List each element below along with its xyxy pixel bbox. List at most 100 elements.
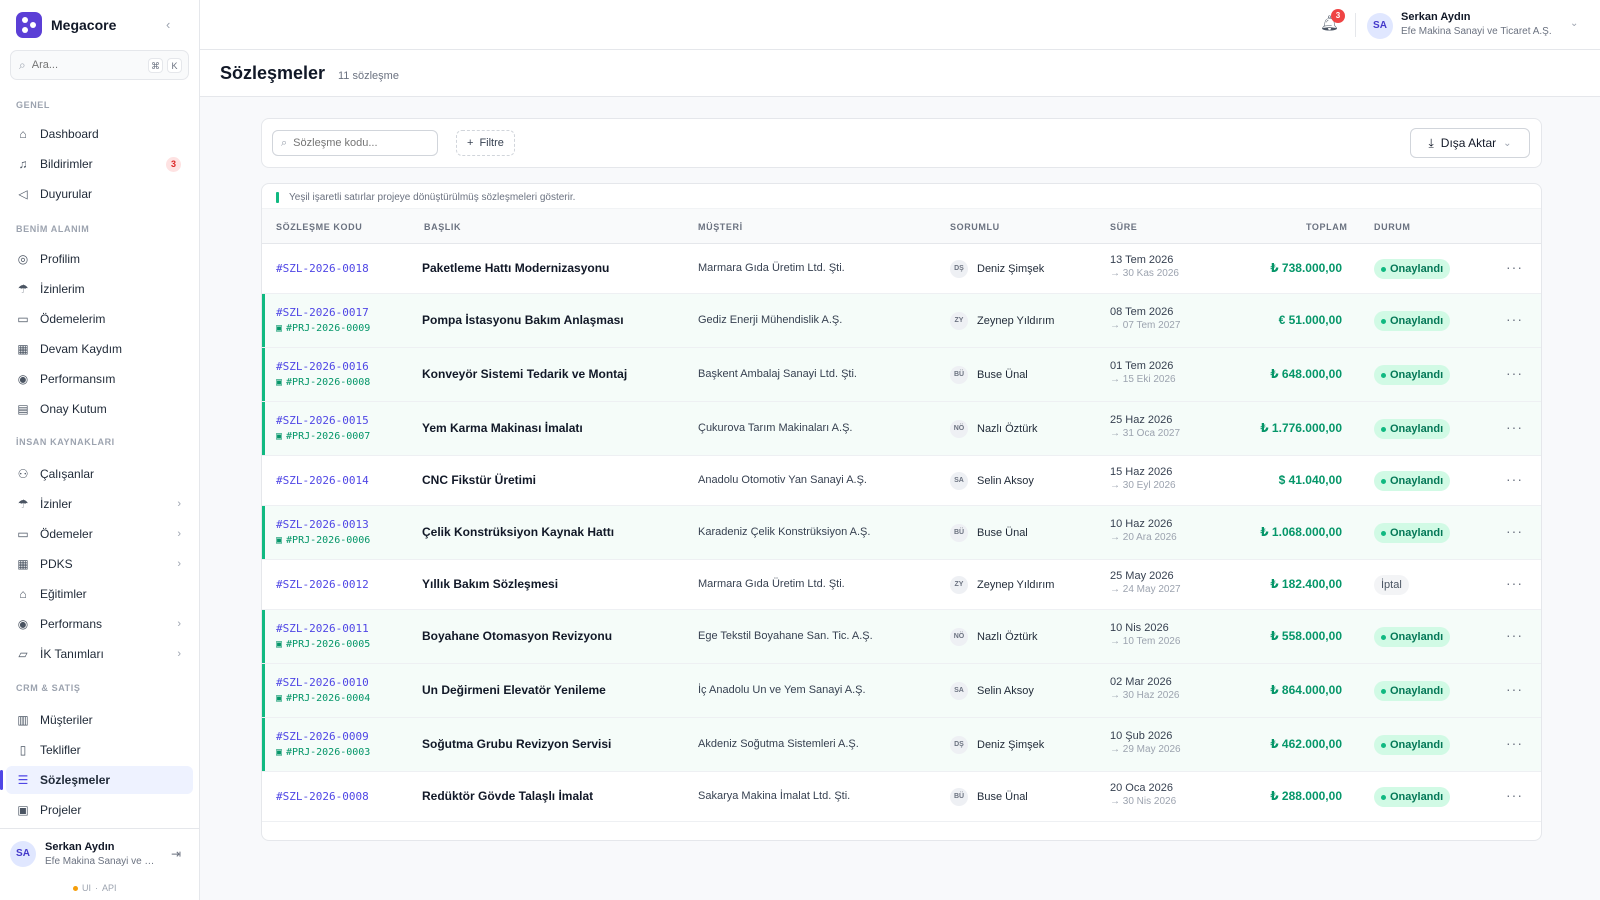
sidebar-search[interactable]: ⌕ ⌘ K bbox=[10, 50, 189, 80]
table-row[interactable]: #SZL-2026-0011 ▣ #PRJ-2026-0005 Boyahane … bbox=[262, 610, 1541, 664]
sidebar-item[interactable]: ▦ PDKS › bbox=[6, 550, 193, 578]
contract-title[interactable]: Yem Karma Makinası İmalatı bbox=[422, 421, 583, 435]
row-actions-icon[interactable]: ··· bbox=[1506, 523, 1523, 539]
avatar[interactable]: SA bbox=[1367, 13, 1393, 39]
row-actions-icon[interactable]: ··· bbox=[1506, 735, 1523, 751]
owner-name: Buse Ünal bbox=[977, 527, 1028, 539]
table-row[interactable]: #SZL-2026-0017 ▣ #PRJ-2026-0009 Pompa İst… bbox=[262, 294, 1541, 348]
row-actions-icon[interactable]: ··· bbox=[1506, 575, 1523, 591]
owner-name: Zeynep Yıldırım bbox=[977, 579, 1055, 591]
contract-code-link[interactable]: #SZL-2026-0009 bbox=[276, 730, 370, 743]
contract-title[interactable]: Pompa İstasyonu Bakım Anlaşması bbox=[422, 313, 624, 327]
row-actions-icon[interactable]: ··· bbox=[1506, 311, 1523, 327]
contract-code-link[interactable]: #SZL-2026-0012 bbox=[276, 578, 369, 591]
column-header-title[interactable]: BAŞLIK bbox=[424, 222, 461, 232]
sidebar-item[interactable]: ◎ Profilim bbox=[6, 245, 193, 273]
contract-code-link[interactable]: #SZL-2026-0011 bbox=[276, 622, 370, 635]
sidebar-item[interactable]: ◁ Duyurular bbox=[6, 180, 193, 208]
logout-icon[interactable]: ⇥ bbox=[171, 847, 181, 861]
building-icon: ▥ bbox=[17, 713, 29, 727]
contract-code-link[interactable]: #SZL-2026-0008 bbox=[276, 790, 369, 803]
contract-title[interactable]: Konveyör Sistemi Tedarik ve Montaj bbox=[422, 367, 627, 381]
project-link[interactable]: ▣ #PRJ-2026-0004 bbox=[276, 693, 370, 704]
avatar[interactable]: SA bbox=[10, 841, 36, 867]
sidebar-item[interactable]: ☰ Sözleşmeler bbox=[0, 766, 193, 794]
sidebar-item[interactable]: ☂ İzinler › bbox=[6, 490, 193, 518]
sidebar-item-label: Performans bbox=[40, 617, 103, 631]
table-row[interactable]: #SZL-2026-0012 Yıllık Bakım Sözleşmesi Mar… bbox=[262, 560, 1541, 610]
contract-code-link[interactable]: #SZL-2026-0018 bbox=[276, 262, 369, 275]
collapse-sidebar-icon[interactable]: ‹ bbox=[166, 17, 170, 32]
row-actions-icon[interactable]: ··· bbox=[1506, 681, 1523, 697]
export-button[interactable]: ⤓ Dışa Aktar ⌄ bbox=[1410, 128, 1530, 158]
row-actions-icon[interactable]: ··· bbox=[1506, 259, 1523, 275]
contract-code-link[interactable]: #SZL-2026-0010 bbox=[276, 676, 370, 689]
sidebar-item[interactable]: ▥ Müşteriler bbox=[6, 706, 193, 734]
table-row[interactable]: #SZL-2026-0015 ▣ #PRJ-2026-0007 Yem Karma… bbox=[262, 402, 1541, 456]
chevron-down-icon[interactable]: ⌄ bbox=[1570, 18, 1578, 29]
period: 01 Tem 2026 → 15 Eki 2026 bbox=[1110, 360, 1176, 385]
sidebar-item[interactable]: ▯ Teklifler bbox=[6, 736, 193, 764]
table-row[interactable]: #SZL-2026-0014 CNC Fikstür Üretimi Anadolu… bbox=[262, 456, 1541, 506]
filter-button[interactable]: + Filtre bbox=[456, 130, 515, 156]
contract-title[interactable]: Çelik Konstrüksiyon Kaynak Hattı bbox=[422, 525, 614, 539]
column-header-customer[interactable]: MÜŞTERİ bbox=[698, 222, 743, 232]
project-link[interactable]: ▣ #PRJ-2026-0005 bbox=[276, 639, 370, 650]
sidebar-item[interactable]: ♫ Bildirimler 3 bbox=[6, 150, 193, 178]
column-header-total[interactable]: TOPLAM bbox=[1306, 222, 1347, 232]
project-code: #PRJ-2026-0008 bbox=[286, 377, 371, 388]
sidebar-item[interactable]: ⌂ Eğitimler bbox=[6, 580, 193, 608]
sidebar-item[interactable]: ☂ İzinlerim bbox=[6, 275, 193, 303]
project-link[interactable]: ▣ #PRJ-2026-0006 bbox=[276, 535, 370, 546]
sidebar-item[interactable]: ◉ Performansım bbox=[6, 365, 193, 393]
project-icon: ▣ bbox=[276, 747, 283, 758]
sidebar-item[interactable]: ⌂ Dashboard bbox=[6, 120, 193, 148]
sidebar-item[interactable]: ▭ Ödemeler › bbox=[6, 520, 193, 548]
contract-title[interactable]: Yıllık Bakım Sözleşmesi bbox=[422, 577, 558, 591]
contract-code-link[interactable]: #SZL-2026-0013 bbox=[276, 518, 370, 531]
sidebar-item[interactable]: ⚇ Çalışanlar bbox=[6, 460, 193, 488]
contract-title[interactable]: CNC Fikstür Üretimi bbox=[422, 473, 536, 487]
contract-title[interactable]: Boyahane Otomasyon Revizyonu bbox=[422, 629, 612, 643]
table-row[interactable]: #SZL-2026-0009 ▣ #PRJ-2026-0003 Soğutma G… bbox=[262, 718, 1541, 772]
project-link[interactable]: ▣ #PRJ-2026-0009 bbox=[276, 323, 370, 334]
contract-code-link[interactable]: #SZL-2026-0015 bbox=[276, 414, 370, 427]
sidebar-item[interactable]: ▤ Onay Kutum bbox=[6, 395, 193, 423]
owner-name: Deniz Şimşek bbox=[977, 739, 1045, 751]
sidebar-item[interactable]: ◉ Performans › bbox=[6, 610, 193, 638]
sidebar-search-input[interactable] bbox=[31, 59, 132, 71]
column-header-status[interactable]: DURUM bbox=[1374, 222, 1411, 232]
topbar-user-name[interactable]: Serkan Aydın bbox=[1401, 11, 1471, 23]
table-row[interactable]: #SZL-2026-0010 ▣ #PRJ-2026-0004 Un Değirm… bbox=[262, 664, 1541, 718]
contract-code-link[interactable]: #SZL-2026-0014 bbox=[276, 474, 369, 487]
contract-code-link[interactable]: #SZL-2026-0017 bbox=[276, 306, 370, 319]
project-link[interactable]: ▣ #PRJ-2026-0003 bbox=[276, 747, 370, 758]
row-actions-icon[interactable]: ··· bbox=[1506, 627, 1523, 643]
sidebar-item[interactable]: ▭ Ödemelerim bbox=[6, 305, 193, 333]
sidebar-item[interactable]: ▦ Devam Kaydım bbox=[6, 335, 193, 363]
row-actions-icon[interactable]: ··· bbox=[1506, 787, 1523, 803]
sidebar-item[interactable]: ▣ Projeler bbox=[6, 796, 193, 824]
contract-code-link[interactable]: #SZL-2026-0016 bbox=[276, 360, 370, 373]
table-row[interactable]: #SZL-2026-0008 Redüktör Gövde Talaşlı İma… bbox=[262, 772, 1541, 822]
row-actions-icon[interactable]: ··· bbox=[1506, 365, 1523, 381]
contract-search[interactable]: ⌕ bbox=[272, 130, 438, 156]
contract-title[interactable]: Soğutma Grubu Revizyon Servisi bbox=[422, 737, 611, 751]
contract-title[interactable]: Redüktör Gövde Talaşlı İmalat bbox=[422, 789, 593, 803]
table-row[interactable]: #SZL-2026-0018 Paketleme Hattı Modernizas… bbox=[262, 244, 1541, 294]
contract-title[interactable]: Paketleme Hattı Modernizasyonu bbox=[422, 261, 609, 275]
column-header-period[interactable]: SÜRE bbox=[1110, 222, 1137, 232]
table-row[interactable]: #SZL-2026-0016 ▣ #PRJ-2026-0008 Konveyör … bbox=[262, 348, 1541, 402]
table-row[interactable]: #SZL-2026-0013 ▣ #PRJ-2026-0006 Çelik Kon… bbox=[262, 506, 1541, 560]
column-header-code[interactable]: SÖZLEŞME KODU bbox=[276, 222, 362, 232]
contract-search-input[interactable] bbox=[293, 137, 424, 149]
row-actions-icon[interactable]: ··· bbox=[1506, 471, 1523, 487]
sidebar-item[interactable]: ▱ İK Tanımları › bbox=[6, 640, 193, 668]
row-actions-icon[interactable]: ··· bbox=[1506, 419, 1523, 435]
project-link[interactable]: ▣ #PRJ-2026-0008 bbox=[276, 377, 370, 388]
project-link[interactable]: ▣ #PRJ-2026-0007 bbox=[276, 431, 370, 442]
column-header-owner[interactable]: SORUMLU bbox=[950, 222, 1000, 232]
sidebar: Megacore ‹ ⌕ ⌘ K GENEL ⌂ Dashboard ♫ Bildiri… bbox=[0, 0, 200, 900]
brand[interactable]: Megacore bbox=[16, 12, 116, 38]
contract-title[interactable]: Un Değirmeni Elevatör Yenileme bbox=[422, 683, 606, 697]
